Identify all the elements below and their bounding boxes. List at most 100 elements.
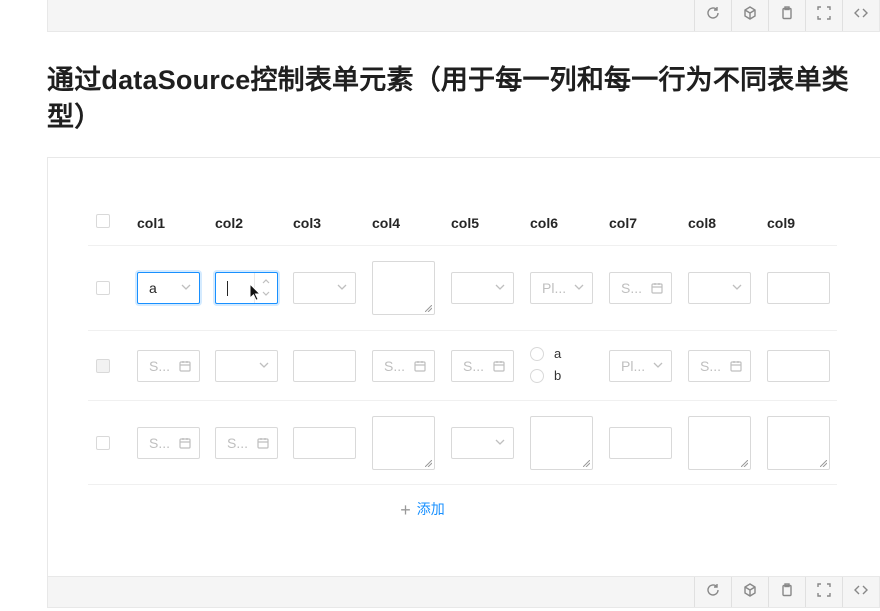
- cube-icon: [743, 582, 757, 602]
- col2-select[interactable]: [215, 349, 278, 382]
- table-header: col1 col2 col3 col4 col5 col6 col7 col8 col9: [88, 198, 837, 246]
- col3-input[interactable]: [293, 426, 356, 459]
- code-button[interactable]: [842, 0, 879, 31]
- radio-label: b: [554, 368, 562, 383]
- col9-textarea[interactable]: [767, 415, 830, 470]
- col6-select[interactable]: Pl...: [530, 272, 593, 304]
- date-placeholder: S...: [621, 280, 643, 296]
- refresh-icon: [706, 583, 720, 602]
- date-placeholder: S...: [463, 357, 485, 374]
- caret-up-icon: [262, 279, 270, 284]
- calendar-icon: [179, 437, 191, 449]
- col1-select[interactable]: a: [137, 272, 200, 304]
- row-checkbox[interactable]: [96, 435, 110, 450]
- col2-date[interactable]: S...: [215, 426, 278, 459]
- cube-icon: [743, 6, 757, 25]
- calendar-icon: [257, 437, 269, 449]
- refresh-button[interactable]: [694, 0, 731, 31]
- radio-option-a[interactable]: a: [530, 346, 561, 362]
- radio-label: a: [554, 346, 562, 361]
- col5-date[interactable]: S...: [451, 349, 514, 382]
- column-header-col1: col1: [137, 215, 166, 231]
- col9-input[interactable]: [767, 349, 830, 382]
- code-icon: [854, 6, 868, 25]
- plus-icon: +: [400, 500, 411, 520]
- col4-textarea[interactable]: [372, 415, 435, 470]
- chevron-down-icon: [495, 284, 505, 290]
- resize-grip-icon: [820, 459, 827, 467]
- refresh-icon: [706, 6, 720, 25]
- table-row: a Pl... S...: [88, 246, 837, 331]
- caret-down-icon: [262, 291, 270, 296]
- fullscreen-button[interactable]: [805, 577, 842, 607]
- codesandbox-button[interactable]: [731, 577, 768, 607]
- chevron-down-icon: [653, 362, 663, 368]
- col7-select[interactable]: Pl...: [609, 349, 672, 382]
- resize-grip-icon: [425, 305, 432, 312]
- add-row-label: 添加: [416, 501, 445, 517]
- demo-toolbar-bottom: [47, 576, 880, 608]
- col6-textarea[interactable]: [530, 415, 593, 470]
- code-button[interactable]: [842, 577, 879, 607]
- fullscreen-button[interactable]: [805, 0, 842, 31]
- codesandbox-button[interactable]: [731, 0, 768, 31]
- resize-grip-icon: [741, 459, 748, 467]
- chevron-down-icon: [574, 284, 584, 290]
- select-all-checkbox[interactable]: [96, 214, 110, 228]
- col3-select[interactable]: [293, 272, 356, 304]
- column-header-col8: col8: [688, 215, 717, 231]
- copy-button[interactable]: [768, 577, 805, 607]
- col9-input[interactable]: [767, 272, 830, 304]
- col4-textarea[interactable]: [372, 261, 435, 315]
- col1-date[interactable]: S...: [137, 349, 200, 382]
- chevron-down-icon: [181, 284, 191, 290]
- calendar-icon: [730, 360, 742, 372]
- column-header-col7: col7: [609, 215, 638, 231]
- calendar-icon: [414, 360, 426, 372]
- toolbar-buttons-bottom: [694, 577, 879, 607]
- col8-select[interactable]: [688, 272, 751, 304]
- refresh-button[interactable]: [694, 577, 731, 607]
- column-header-col9: col9: [767, 215, 796, 231]
- radio-option-b[interactable]: b: [530, 368, 561, 384]
- col2-number[interactable]: [215, 272, 278, 304]
- section-title: 通过dataSource控制表单元素（用于每一列和每一行为不同表单类型）: [47, 65, 849, 132]
- demo-toolbar-top: [47, 0, 880, 32]
- date-placeholder: S...: [149, 434, 171, 451]
- calendar-icon: [651, 282, 663, 294]
- chevron-down-icon: [259, 362, 269, 368]
- select-value: a: [149, 280, 157, 296]
- resize-grip-icon: [425, 459, 432, 467]
- clipboard-icon: [780, 582, 794, 602]
- row-checkbox: [96, 358, 110, 373]
- chevron-down-icon: [495, 439, 505, 445]
- col3-input[interactable]: [293, 349, 356, 382]
- add-row-button[interactable]: + 添加: [48, 499, 797, 521]
- col1-date[interactable]: S...: [137, 426, 200, 459]
- date-placeholder: S...: [149, 357, 171, 374]
- col5-select[interactable]: [451, 426, 514, 459]
- column-header-col5: col5: [451, 215, 480, 231]
- fullscreen-icon: [817, 582, 831, 602]
- column-header-col2: col2: [215, 215, 244, 231]
- col5-select[interactable]: [451, 272, 514, 304]
- editable-table: col1 col2 col3 col4 col5 col6 col7 col8 col9 a Pl…: [88, 198, 837, 485]
- calendar-icon: [493, 360, 505, 372]
- table-row: S... S... S... a b Pl... S...: [88, 331, 837, 401]
- select-placeholder: Pl...: [621, 357, 646, 374]
- table-row: S... S...: [88, 401, 837, 485]
- col7-input[interactable]: [609, 426, 672, 459]
- copy-button[interactable]: [768, 0, 805, 31]
- radio-circle-icon: [530, 368, 544, 383]
- col8-date[interactable]: S...: [688, 349, 751, 382]
- code-icon: [854, 583, 868, 602]
- col7-date[interactable]: S...: [609, 272, 672, 304]
- col8-textarea[interactable]: [688, 415, 751, 470]
- fullscreen-icon: [817, 6, 831, 25]
- resize-grip-icon: [583, 459, 590, 467]
- date-placeholder: S...: [700, 357, 722, 374]
- row-checkbox[interactable]: [96, 281, 110, 295]
- chevron-down-icon: [337, 284, 347, 290]
- toolbar-buttons: [694, 0, 879, 31]
- col4-date[interactable]: S...: [372, 349, 435, 382]
